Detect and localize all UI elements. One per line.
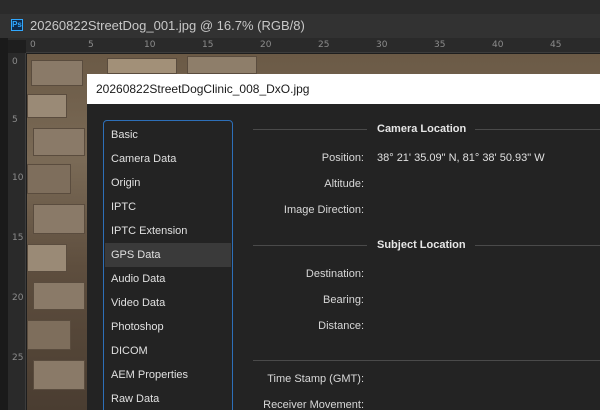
ruler-label: 30 — [376, 40, 388, 50]
category-raw-data[interactable]: Raw Data — [105, 387, 231, 410]
wall-brick — [107, 58, 177, 74]
wall-brick — [31, 60, 83, 86]
ruler-label: 25 — [318, 40, 330, 50]
category-video-data[interactable]: Video Data — [105, 291, 231, 315]
wall-brick — [27, 320, 71, 350]
category-iptc-extension[interactable]: IPTC Extension — [105, 219, 231, 243]
category-origin[interactable]: Origin — [105, 171, 231, 195]
wall-brick — [27, 164, 71, 194]
subject-location-heading: Subject Location — [377, 239, 466, 251]
document-tab[interactable]: Ps 20260822StreetDog_001.jpg @ 16.7% (RG… — [0, 14, 600, 38]
dialog-titlebar[interactable]: 20260822StreetDogClinic_008_DxO.jpg — [87, 74, 600, 104]
wall-brick — [33, 204, 85, 234]
ruler-label: 10 — [144, 40, 156, 50]
wall-brick — [33, 282, 85, 310]
file-info-dialog: 20260822StreetDogClinic_008_DxO.jpg Basi… — [87, 74, 600, 410]
receiver-movement-label: Receiver Movement: — [263, 399, 364, 410]
category-list: Basic Camera Data Origin IPTC IPTC Exten… — [103, 120, 233, 410]
ruler-label: 5 — [12, 115, 18, 125]
dialog-title: 20260822StreetDogClinic_008_DxO.jpg — [96, 82, 310, 96]
image-direction-label: Image Direction: — [283, 204, 364, 216]
ruler-label: 25 — [12, 353, 24, 363]
ruler-label: 20 — [260, 40, 272, 50]
section-divider — [253, 245, 367, 246]
photoshop-logo-icon: Ps — [11, 19, 23, 31]
section-divider — [253, 360, 600, 361]
wall-brick — [27, 94, 67, 118]
time-stamp-label: Time Stamp (GMT): — [267, 373, 364, 385]
dialog-body: Basic Camera Data Origin IPTC IPTC Exten… — [87, 104, 600, 410]
category-iptc[interactable]: IPTC — [105, 195, 231, 219]
section-divider — [475, 245, 600, 246]
ruler-label: 0 — [12, 57, 18, 67]
wall-brick — [27, 244, 67, 272]
camera-location-heading: Camera Location — [377, 123, 467, 135]
bearing-label: Bearing: — [323, 294, 364, 306]
wall-brick — [33, 360, 85, 390]
destination-label: Destination: — [305, 268, 364, 280]
position-label: Position: — [321, 152, 364, 164]
category-dicom[interactable]: DICOM — [105, 339, 231, 363]
category-camera-data[interactable]: Camera Data — [105, 147, 231, 171]
ruler-label: 0 — [30, 40, 36, 50]
section-divider — [253, 129, 367, 130]
ruler-label: 45 — [550, 40, 562, 50]
wall-brick — [33, 128, 85, 156]
ruler-label: 10 — [12, 173, 24, 183]
vertical-ruler[interactable]: 0 5 10 15 20 25 — [8, 53, 26, 410]
section-divider — [475, 129, 600, 130]
altitude-label: Altitude: — [324, 178, 364, 190]
position-value[interactable]: 38° 21' 35.09" N, 81° 38' 50.93" W — [377, 152, 545, 164]
tools-edge — [0, 38, 8, 410]
category-audio-data[interactable]: Audio Data — [105, 267, 231, 291]
ruler-label: 35 — [434, 40, 446, 50]
ruler-label: 15 — [202, 40, 214, 50]
ruler-label: 5 — [88, 40, 94, 50]
horizontal-ruler[interactable]: 0 5 10 15 20 25 30 35 40 45 — [26, 38, 600, 53]
ruler-label: 20 — [12, 293, 24, 303]
ruler-label: 15 — [12, 233, 24, 243]
category-photoshop[interactable]: Photoshop — [105, 315, 231, 339]
document-tab-title: 20260822StreetDog_001.jpg @ 16.7% (RGB/8… — [30, 18, 305, 33]
category-basic[interactable]: Basic — [105, 123, 231, 147]
category-gps-data[interactable]: GPS Data — [105, 243, 231, 267]
distance-label: Distance: — [318, 320, 364, 332]
wall-brick — [187, 56, 257, 74]
ruler-label: 40 — [492, 40, 504, 50]
category-aem-properties[interactable]: AEM Properties — [105, 363, 231, 387]
